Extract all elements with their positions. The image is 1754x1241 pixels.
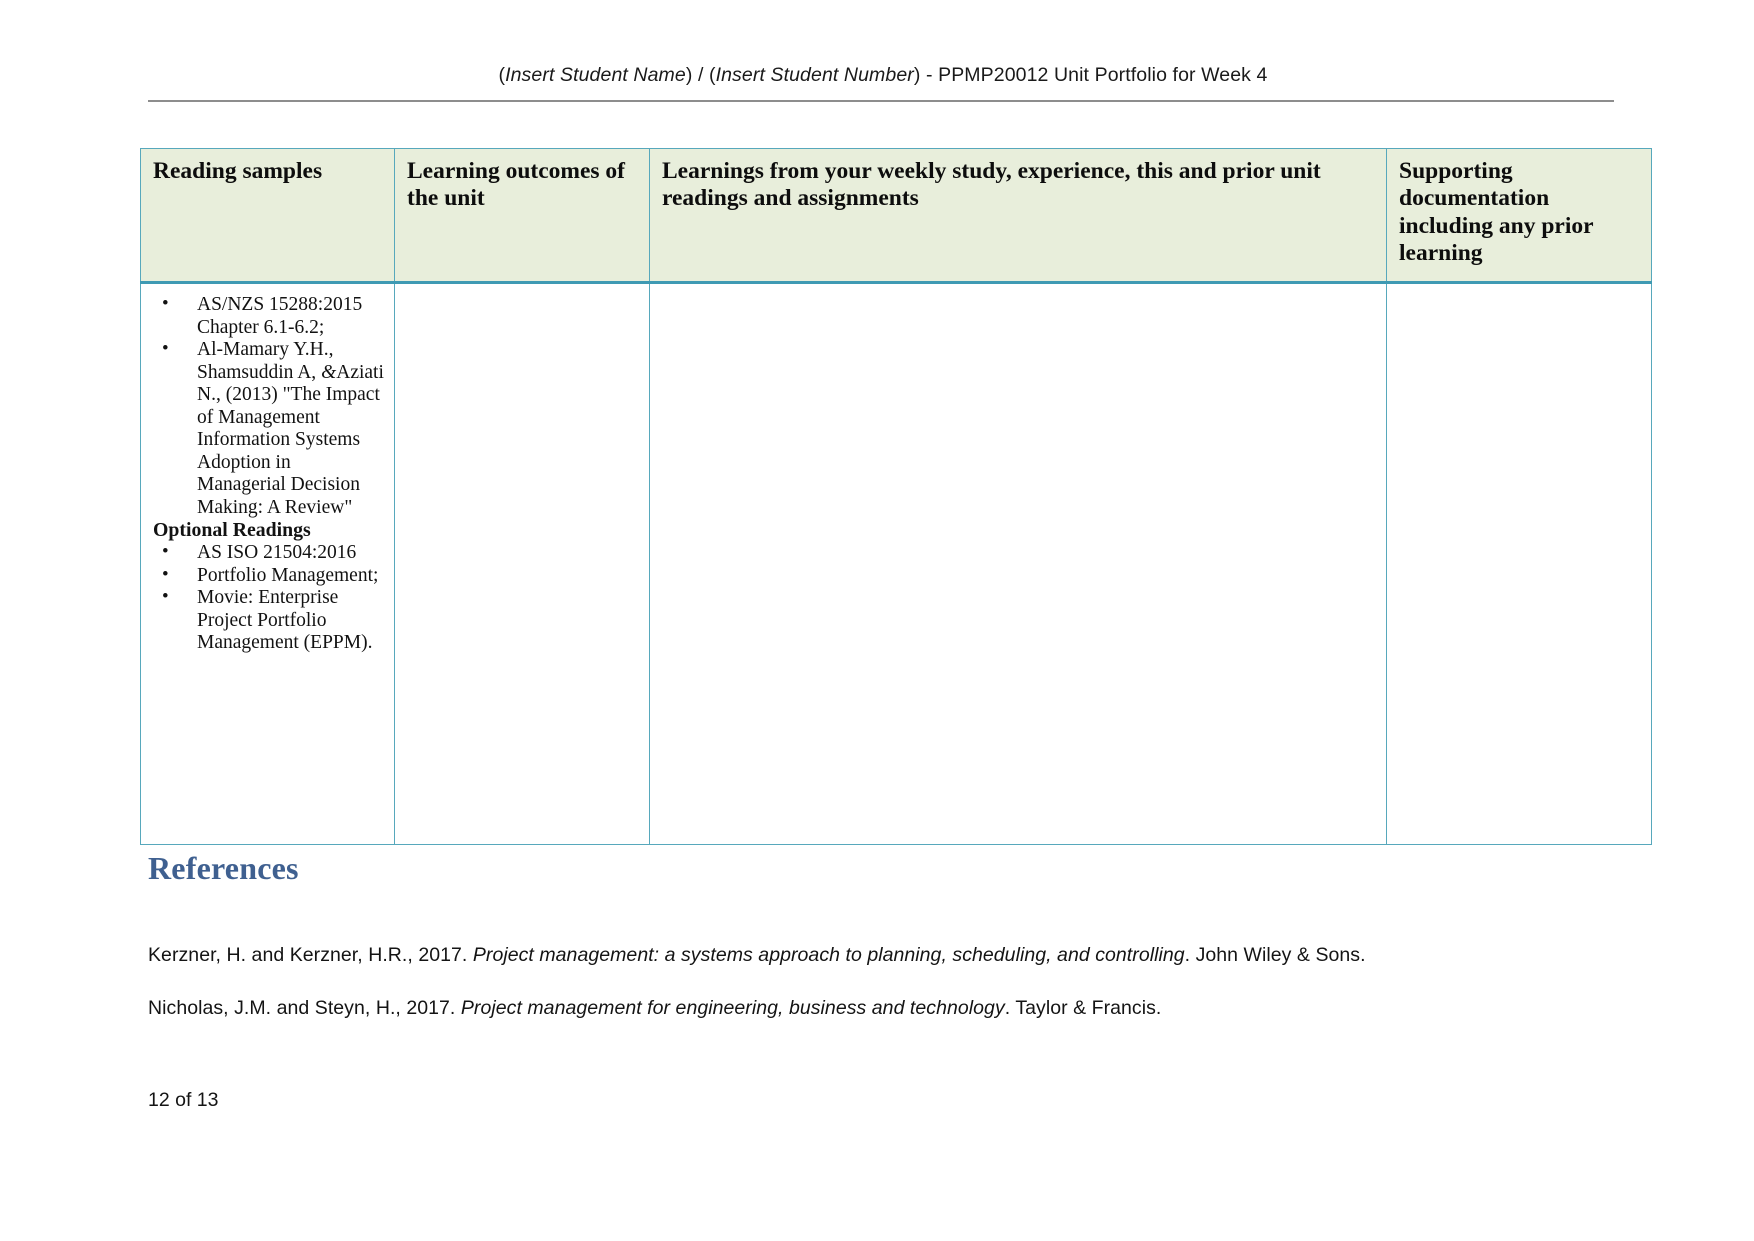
list-item: AS ISO 21504:2016: [153, 541, 384, 565]
header-divider-rule: [148, 100, 1614, 102]
reference-title: Project management: a systems approach t…: [472, 944, 1185, 966]
running-header-separator: ) / (: [685, 64, 716, 86]
list-item: Movie: Enterprise Project Portfolio Mana…: [153, 586, 384, 655]
running-header: (Insert Student Name) / (Insert Student …: [148, 64, 1618, 87]
citation-remainder: Aziati N., (2013) "The Impact of Managem…: [197, 361, 384, 518]
reference-authors-year: Nicholas, J.M. and Steyn, H., 2017.: [148, 997, 461, 1019]
list-item: AS/NZS 15288:2015 Chapter 6.1-6.2;: [153, 293, 384, 339]
column-header-supporting-documentation: Supporting documentation including any p…: [1386, 148, 1652, 284]
table-header-row: Reading samples Learning outcomes of the…: [140, 148, 1652, 284]
reference-title: Project management for engineering, busi…: [460, 997, 1005, 1019]
unit-portfolio-table: Reading samples Learning outcomes of the…: [140, 148, 1652, 845]
table-row: AS/NZS 15288:2015 Chapter 6.1-6.2; Al-Ma…: [140, 282, 1652, 845]
running-header-student-name: Insert Student Name: [505, 64, 686, 86]
reference-publisher: . Taylor & Francis.: [1004, 997, 1162, 1019]
citation-authors: Al-Mamary Y.H., Shamsuddin A,: [197, 339, 334, 383]
optional-readings-subheading: Optional Readings: [153, 519, 311, 542]
cell-learning-outcomes[interactable]: [394, 282, 650, 845]
column-header-learnings: Learnings from your weekly study, experi…: [649, 148, 1387, 284]
cell-learnings[interactable]: [649, 282, 1387, 845]
reference-authors-year: Kerzner, H. and Kerzner, H.R., 2017.: [148, 944, 473, 966]
list-item: Al-Mamary Y.H., Shamsuddin A, &Aziati N.…: [153, 338, 384, 519]
running-header-unit-info: ) - PPMP20012 Unit Portfolio for Week 4: [913, 64, 1268, 86]
running-header-student-number: Insert Student Number: [715, 64, 914, 86]
column-header-learning-outcomes: Learning outcomes of the unit: [394, 148, 650, 284]
citation-ampersand: &: [321, 361, 337, 383]
page-number-footer: 12 of 13: [148, 1089, 219, 1111]
reference-entry: Kerzner, H. and Kerzner, H.R., 2017. Pro…: [148, 944, 1366, 967]
references-heading: References: [148, 850, 299, 886]
cell-reading-samples: AS/NZS 15288:2015 Chapter 6.1-6.2; Al-Ma…: [140, 282, 395, 845]
reference-entry: Nicholas, J.M. and Steyn, H., 2017. Proj…: [148, 997, 1161, 1020]
reading-samples-list: AS/NZS 15288:2015 Chapter 6.1-6.2; Al-Ma…: [153, 293, 384, 655]
column-header-reading-samples: Reading samples: [140, 148, 395, 284]
document-page: (Insert Student Name) / (Insert Student …: [0, 0, 1754, 1241]
reference-publisher: . John Wiley & Sons.: [1184, 944, 1366, 966]
cell-supporting-documentation[interactable]: [1386, 282, 1652, 845]
list-item: Portfolio Management;: [153, 564, 384, 588]
